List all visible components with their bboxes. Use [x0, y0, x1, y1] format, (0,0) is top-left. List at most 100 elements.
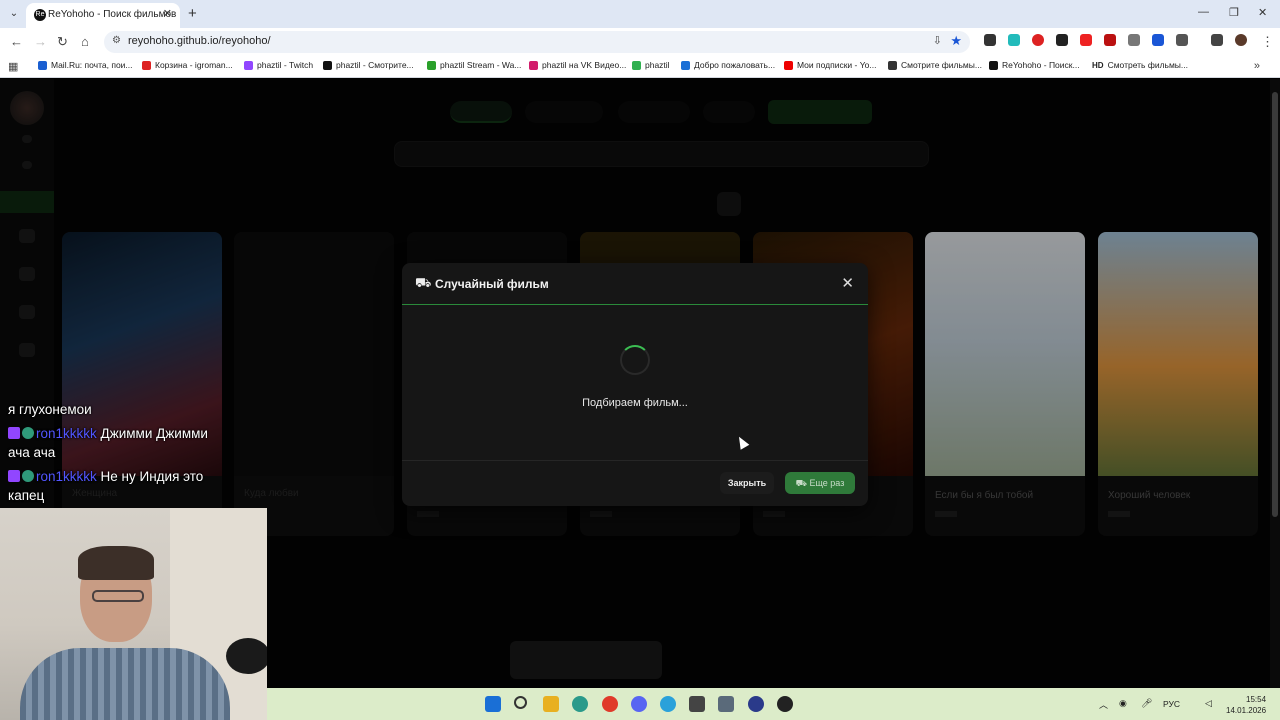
loading-spinner [620, 345, 650, 375]
bookmark-label: Мои подписки - Yo... [797, 60, 877, 70]
search-icon[interactable] [514, 696, 527, 709]
clock-time: 15:54 [1246, 695, 1267, 704]
reload-icon[interactable]: ↻ [57, 34, 68, 50]
minimize-icon[interactable]: — [1198, 6, 1209, 18]
site-info-icon[interactable]: ⚙ [112, 35, 121, 46]
obs-icon[interactable] [777, 696, 793, 712]
language-indicator[interactable]: РУС [1163, 699, 1180, 709]
mic-icon[interactable]: 🎤︎ [1141, 698, 1152, 709]
shield-icon[interactable] [1152, 34, 1164, 46]
streamer-hair [78, 546, 154, 580]
tab-favicon-icon: Re [34, 9, 46, 21]
maximize-icon[interactable]: ❐ [1229, 6, 1239, 19]
modal-title: Случайный фильм [435, 277, 549, 291]
bookmark-favicon-icon [244, 60, 253, 70]
app-icon[interactable] [689, 696, 705, 712]
start-icon[interactable] [485, 696, 501, 712]
clock-date: 14.01.2026 [1226, 706, 1267, 715]
apps-grid-icon[interactable]: ▦ [8, 60, 18, 73]
profile-avatar[interactable] [1235, 34, 1247, 46]
windows-taskbar: ︿ ◉ 🎤︎ ◁ [267, 688, 1280, 720]
back-icon[interactable]: ← [10, 34, 23, 49]
chat-message: ron1kkkkk Джимми Джимми [8, 426, 208, 441]
bookmark-item[interactable]: Смотрите фильмы... [888, 60, 982, 70]
bookmark-item[interactable]: phaztil - Смотрите... [323, 60, 414, 70]
discord-icon[interactable] [631, 696, 647, 712]
app-icon[interactable] [718, 696, 734, 712]
bookmark-item[interactable]: HD Смотреть фильмы... [1092, 60, 1188, 70]
close-icon[interactable]: ✕ [841, 274, 854, 292]
menu-dots-icon[interactable]: ⋮ [1261, 34, 1274, 50]
bookmark-item[interactable]: phaztil [632, 60, 670, 70]
chat-text: ача ача [8, 445, 56, 460]
bookmark-favicon-icon [888, 60, 897, 70]
glitch-badge-icon [22, 427, 34, 439]
streamer-shirt [20, 648, 230, 720]
bookmarks-bar: ▦ Mail.Ru: почта, пои... Корзина - igroma… [0, 56, 1280, 78]
more-bookmarks-icon[interactable]: » [1254, 60, 1260, 72]
file-explorer-icon[interactable] [543, 696, 559, 712]
loading-status: Подбираем фильм... [582, 397, 688, 409]
scrollbar-thumb[interactable] [1272, 92, 1278, 517]
bookmark-label: Корзина - igroman... [155, 60, 233, 70]
bookmark-favicon-icon [142, 60, 151, 70]
browser-tab-bar: ⌄ Re ReYohoho - Поиск фильмов ✕ + — ❐ ✕ [0, 0, 1280, 28]
url-text[interactable]: reyohoho.github.io/reyohoho/ [128, 35, 271, 47]
extension-icon[interactable] [984, 34, 996, 46]
chat-username: ron1kkkkk [36, 426, 97, 441]
bookmark-favicon-icon [427, 60, 436, 70]
extension-icon[interactable] [1032, 34, 1044, 46]
extension-icon[interactable] [1104, 34, 1116, 46]
extension-icon[interactable] [1056, 34, 1068, 46]
bookmark-item[interactable]: Корзина - igroman... [142, 60, 233, 70]
install-app-icon[interactable]: ⇩ [933, 34, 942, 47]
extension-icon[interactable] [1008, 34, 1020, 46]
tab-close-icon[interactable]: ✕ [163, 7, 172, 20]
bookmark-favicon-icon [784, 60, 793, 70]
dice-icon: ⛟ [795, 478, 807, 488]
playlist-icon[interactable] [1211, 34, 1223, 46]
tab-search-icon[interactable]: ⌄ [6, 6, 22, 22]
bookmark-label: ReYohoho - Поиск... [1002, 60, 1080, 70]
edge-icon[interactable] [572, 696, 588, 712]
twitch-badge-icon [8, 427, 20, 439]
chat-text: Джимми Джимми [100, 426, 208, 441]
bookmark-label: Добро пожаловать... [694, 60, 776, 70]
bookmark-item[interactable]: ReYohoho - Поиск... [989, 60, 1080, 70]
close-button[interactable]: Закрыть [720, 472, 774, 494]
bookmark-item[interactable]: Добро пожаловать... [681, 60, 775, 70]
volume-icon[interactable]: ◁ [1205, 698, 1212, 709]
extension-icon[interactable] [1080, 34, 1092, 46]
chat-message: ron1kkkkk Не ну Индия это [8, 469, 203, 484]
bookmark-label: phaztil Stream - Wa... [440, 60, 522, 70]
extension-icon[interactable] [1128, 34, 1140, 46]
chat-app-icon[interactable] [748, 696, 764, 712]
chrome-icon[interactable] [602, 696, 618, 712]
try-again-button[interactable]: ⛟ Еще раз [785, 472, 855, 494]
chat-message: капец [8, 488, 44, 503]
new-tab-icon[interactable]: + [188, 5, 197, 22]
telegram-icon[interactable] [660, 696, 676, 712]
browser-toolbar: ← → ↻ ⌂ ⚙ reyohoho.github.io/reyohoho/ ⇩… [0, 28, 1280, 56]
window-close-icon[interactable]: ✕ [1258, 6, 1267, 19]
twitch-badge-icon [8, 470, 20, 482]
bookmark-item[interactable]: phaztil - Twitch [244, 60, 313, 70]
puzzle-icon[interactable] [1176, 34, 1188, 46]
streamer-glasses [92, 590, 144, 602]
network-icon[interactable]: ◉ [1119, 698, 1127, 709]
home-icon[interactable]: ⌂ [81, 34, 89, 49]
bookmark-item[interactable]: phaztil на VK Видео... [529, 60, 626, 70]
glitch-badge-icon [22, 470, 34, 482]
bookmark-item[interactable]: Mail.Ru: почта, пои... [38, 60, 133, 70]
random-movie-modal: ⛟ Случайный фильм ✕ Подбираем фильм... З… [402, 263, 868, 506]
active-tab[interactable]: Re ReYohoho - Поиск фильмов ✕ [26, 3, 180, 28]
bookmark-star-icon[interactable]: ★ [950, 33, 962, 49]
bookmark-label: phaztil на VK Видео... [542, 60, 627, 70]
bookmark-favicon-icon [681, 60, 690, 70]
bookmark-item[interactable]: phaztil Stream - Wa... [427, 60, 521, 70]
address-bar[interactable]: ⚙ reyohoho.github.io/reyohoho/ ⇩ ★ [104, 31, 970, 53]
system-clock[interactable]: 15:54 14.01.2026 [1226, 694, 1266, 716]
tray-chevron-icon[interactable]: ︿ [1099, 698, 1108, 711]
bookmark-item[interactable]: Мои подписки - Yo... [784, 60, 876, 70]
forward-icon[interactable]: → [34, 34, 47, 49]
